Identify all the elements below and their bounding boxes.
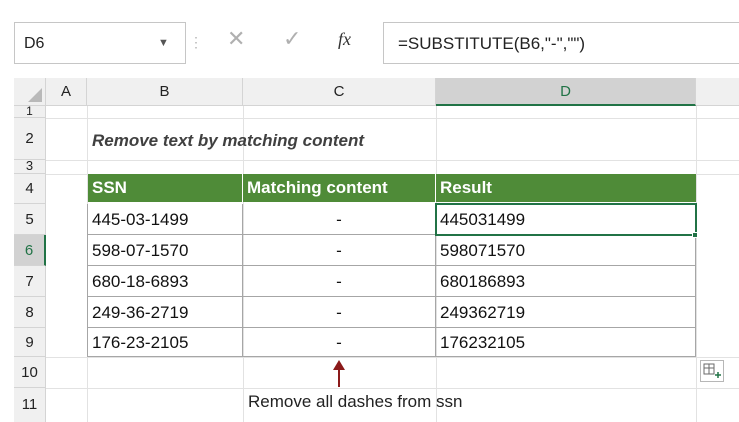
select-all-button[interactable]: [14, 78, 46, 106]
cell-result[interactable]: 680186893: [436, 266, 696, 297]
gridline: [696, 106, 697, 422]
worksheet-grid[interactable]: A B C D 1 2 3 4 5 6 7 8 9 10 11 Remove t…: [0, 64, 739, 422]
gridline: [46, 160, 739, 161]
name-box[interactable]: D6 ▼: [14, 22, 186, 64]
row-header-6[interactable]: 6: [14, 235, 46, 266]
row-header-1[interactable]: 1: [14, 105, 46, 118]
insert-function-icon[interactable]: fx: [338, 29, 351, 50]
gridline: [46, 118, 739, 119]
formula-input[interactable]: =SUBSTITUTE(B6,"-",""): [383, 22, 739, 64]
table-header-result[interactable]: Result: [436, 174, 696, 202]
cell-result[interactable]: 176232105: [436, 328, 696, 357]
formula-text: =SUBSTITUTE(B6,"-",""): [398, 34, 586, 53]
table-header-matching-content[interactable]: Matching content: [243, 174, 436, 202]
column-header-b[interactable]: B: [87, 78, 243, 106]
enter-icon[interactable]: ✓: [283, 26, 301, 52]
row-header-5[interactable]: 5: [14, 204, 46, 235]
cell-ssn[interactable]: 249-36-2719: [88, 297, 243, 328]
cell-match[interactable]: -: [243, 235, 436, 266]
annotation-text: Remove all dashes from ssn: [248, 392, 463, 411]
row-header-2[interactable]: 2: [14, 118, 46, 160]
paste-options-glyph: [703, 363, 721, 378]
chevron-down-icon[interactable]: ▼: [158, 37, 169, 49]
cell-result[interactable]: 249362719: [436, 297, 696, 328]
cell-match[interactable]: -: [243, 204, 436, 235]
cancel-icon[interactable]: ✕: [227, 26, 245, 52]
fill-handle[interactable]: [692, 232, 698, 238]
select-all-icon: [28, 88, 42, 102]
row-header-4[interactable]: 4: [14, 174, 46, 204]
cell-match[interactable]: -: [243, 266, 436, 297]
cell-result[interactable]: 445031499: [436, 204, 696, 235]
row-header-3[interactable]: 3: [14, 159, 46, 174]
row-header-11[interactable]: 11: [14, 388, 46, 422]
cell-ssn[interactable]: 680-18-6893: [88, 266, 243, 297]
row-header-7[interactable]: 7: [14, 266, 46, 297]
column-header-a[interactable]: A: [46, 78, 87, 106]
arrow-shaft: [338, 369, 340, 387]
row-header-10[interactable]: 10: [14, 357, 46, 388]
formula-bar: D6 ▼ ⋮ ✕ ✓ fx =SUBSTITUTE(B6,"-",""): [0, 0, 739, 64]
cell-match[interactable]: -: [243, 297, 436, 328]
column-header-d[interactable]: D: [436, 78, 696, 106]
cell-ssn[interactable]: 445-03-1499: [88, 204, 243, 235]
cell-ssn[interactable]: 598-07-1570: [88, 235, 243, 266]
column-header-c[interactable]: C: [243, 78, 436, 106]
gridline: [46, 357, 739, 358]
row-header-9[interactable]: 9: [14, 328, 46, 357]
name-box-value: D6: [24, 35, 45, 52]
cell-match[interactable]: -: [243, 328, 436, 357]
row-header-8[interactable]: 8: [14, 297, 46, 328]
table-header-ssn[interactable]: SSN: [88, 174, 243, 202]
cell-result[interactable]: 598071570: [436, 235, 696, 266]
formula-bar-splitter-icon[interactable]: ⋮: [189, 34, 203, 51]
sheet-title[interactable]: Remove text by matching content: [92, 131, 364, 151]
cell-ssn[interactable]: 176-23-2105: [88, 328, 243, 357]
column-header-e[interactable]: [696, 78, 739, 106]
gridline: [46, 388, 739, 389]
paste-options-icon[interactable]: [700, 360, 724, 382]
